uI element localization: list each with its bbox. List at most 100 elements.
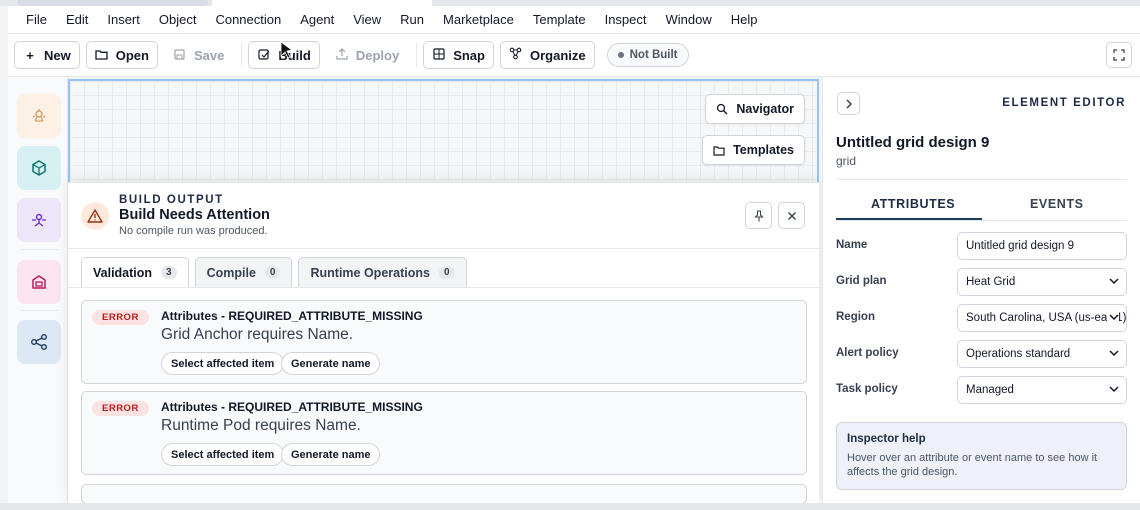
chevron-down-icon xyxy=(1107,348,1119,360)
rail-agent-button[interactable] xyxy=(17,94,61,138)
tab-validation[interactable]: Validation 3 xyxy=(81,257,189,287)
name-field[interactable]: Untitled grid design 9 xyxy=(957,232,1127,260)
generate-name-button[interactable]: Generate name xyxy=(281,352,381,375)
status-dot-icon xyxy=(617,52,624,58)
tab-validation-count: 3 xyxy=(161,266,177,279)
alert-policy-select[interactable]: Operations standard xyxy=(957,340,1127,368)
tab-validation-label: Validation xyxy=(93,265,153,280)
element-editor-panel: ELEMENT EDITOR Untitled grid design 9 gr… xyxy=(822,77,1140,503)
navigator-button[interactable]: Navigator xyxy=(705,94,805,124)
folder-icon xyxy=(95,48,109,63)
tab-runtime-operations[interactable]: Runtime Operations 0 xyxy=(298,257,467,287)
tab-events[interactable]: EVENTS xyxy=(1030,197,1084,211)
mouse-cursor-icon xyxy=(280,41,293,59)
menu-agent[interactable]: Agent xyxy=(300,12,334,27)
toolbar-divider xyxy=(416,43,418,67)
grid-icon xyxy=(432,47,446,63)
select-affected-item-button[interactable]: Select affected item xyxy=(161,352,285,375)
person-node-icon xyxy=(32,213,46,227)
active-tab-indicator xyxy=(836,218,982,220)
organize-button[interactable]: Organize xyxy=(499,41,595,69)
menu-window[interactable]: Window xyxy=(666,12,712,27)
menu-insert[interactable]: Insert xyxy=(107,12,140,27)
element-editor-eyebrow: ELEMENT EDITOR xyxy=(1002,97,1126,109)
snap-button[interactable]: Snap xyxy=(423,41,494,69)
open-button-label: Open xyxy=(115,47,149,63)
fullscreen-button[interactable] xyxy=(1106,42,1132,68)
close-button[interactable] xyxy=(778,202,805,229)
menu-edit[interactable]: Edit xyxy=(66,12,88,27)
rail-divider xyxy=(20,249,58,250)
element-type: grid xyxy=(836,154,857,168)
menu-marketplace[interactable]: Marketplace xyxy=(443,12,514,27)
menu-inspect[interactable]: Inspect xyxy=(605,12,647,27)
save-button-label: Save xyxy=(193,47,225,63)
generate-name-button[interactable]: Generate name xyxy=(281,443,381,466)
build-output-panel: BUILD OUTPUT Build Needs Attention No co… xyxy=(68,182,819,503)
task-policy-value: Managed xyxy=(966,384,1014,396)
toolbar-divider xyxy=(241,43,243,67)
toolbar: + New Open Save Build Deploy Snap Organi… xyxy=(8,34,1140,77)
menu-connection[interactable]: Connection xyxy=(215,12,281,27)
inspector-help-card: Inspector help Hover over an attribute o… xyxy=(836,422,1127,490)
inspector-help-text: Hover over an attribute or event name to… xyxy=(847,452,1098,478)
name-field-value: Untitled grid design 9 xyxy=(966,240,1075,252)
menu-object[interactable]: Object xyxy=(159,12,197,27)
error-badge: ERROR xyxy=(92,401,149,416)
warning-icon xyxy=(81,202,109,230)
tab-compile-label: Compile xyxy=(206,265,256,280)
tab-compile[interactable]: Compile 0 xyxy=(194,257,293,287)
field-label-name: Name xyxy=(836,239,868,251)
new-button[interactable]: + New xyxy=(14,41,80,69)
save-icon xyxy=(173,48,187,63)
deploy-button[interactable]: Deploy xyxy=(325,41,409,69)
new-button-label: New xyxy=(44,47,71,63)
menu-bar: File Edit Insert Object Connection Agent… xyxy=(8,6,1140,34)
collapse-panel-button[interactable] xyxy=(837,92,860,115)
menu-run[interactable]: Run xyxy=(400,12,424,27)
tab-attributes[interactable]: ATTRIBUTES xyxy=(871,197,955,211)
templates-button-label: Templates xyxy=(733,143,794,157)
issue-code: Attributes - REQUIRED_ATTRIBUTE_MISSING xyxy=(161,309,423,323)
search-icon xyxy=(717,103,728,115)
status-bar xyxy=(0,503,1140,510)
validation-issue-card xyxy=(81,484,807,503)
share-graph-icon xyxy=(31,334,47,350)
build-output-subtitle: No compile run was produced. xyxy=(119,225,268,237)
build-status-label: Not Built xyxy=(629,49,678,61)
issue-message: Runtime Pod requires Name. xyxy=(161,417,361,434)
region-value: South Carolina, USA (us-east1) xyxy=(966,312,1127,324)
grid-plan-select[interactable]: Heat Grid xyxy=(957,268,1127,296)
rail-person-node-button[interactable] xyxy=(17,198,61,242)
issue-code: Attributes - REQUIRED_ATTRIBUTE_MISSING xyxy=(161,400,423,414)
open-button[interactable]: Open xyxy=(85,41,158,69)
task-policy-select[interactable]: Managed xyxy=(957,376,1127,404)
build-icon xyxy=(257,48,271,63)
build-output-header: BUILD OUTPUT Build Needs Attention No co… xyxy=(68,183,819,249)
select-affected-item-button[interactable]: Select affected item xyxy=(161,443,285,466)
plus-icon: + xyxy=(26,47,34,63)
menu-template[interactable]: Template xyxy=(533,12,586,27)
rail-package-button[interactable] xyxy=(17,260,61,304)
region-select[interactable]: South Carolina, USA (us-east1) xyxy=(957,304,1127,332)
rail-cube-button[interactable] xyxy=(17,146,61,190)
save-button[interactable]: Save xyxy=(163,41,234,69)
menu-help[interactable]: Help xyxy=(731,12,758,27)
rail-share-button[interactable] xyxy=(17,320,61,364)
component-rail xyxy=(8,77,68,503)
pin-button[interactable] xyxy=(745,202,772,229)
tab-compile-count: 0 xyxy=(264,266,281,279)
rail-divider xyxy=(20,310,58,311)
divider xyxy=(836,179,1127,180)
organize-button-label: Organize xyxy=(529,47,586,63)
build-output-eyebrow: BUILD OUTPUT xyxy=(119,194,224,206)
organize-icon xyxy=(509,47,523,63)
menu-view[interactable]: View xyxy=(353,12,381,27)
error-badge: ERROR xyxy=(92,310,149,325)
menu-file[interactable]: File xyxy=(26,12,47,27)
pin-icon xyxy=(753,209,764,221)
build-output-tabs: Validation 3 Compile 0 Runtime Operation… xyxy=(81,257,467,287)
divider xyxy=(836,220,1127,221)
tab-divider xyxy=(68,287,819,288)
templates-button[interactable]: Templates xyxy=(702,135,805,165)
